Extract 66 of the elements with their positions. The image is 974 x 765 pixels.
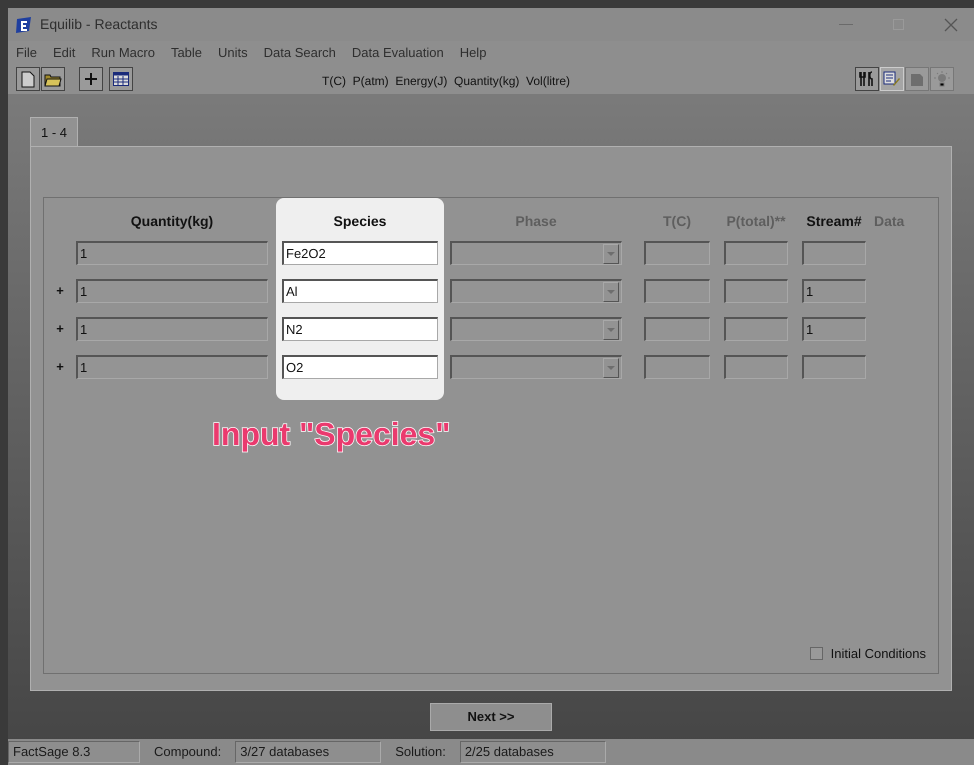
pressure-field[interactable] xyxy=(724,317,788,341)
stream-field[interactable]: 1 xyxy=(802,279,866,303)
utensils-icon[interactable] xyxy=(855,67,879,92)
temperature-field[interactable] xyxy=(644,355,710,379)
status-field: 2/25 databases xyxy=(460,741,606,763)
status-label: Compound: xyxy=(153,743,222,762)
caret-icon xyxy=(607,366,615,370)
quantity-field[interactable]: 1 xyxy=(76,279,268,303)
species-field[interactable]: Fe2O2 xyxy=(282,241,438,265)
temperature-field[interactable] xyxy=(644,279,710,303)
annotation-text: Input "Species" xyxy=(212,415,452,454)
checkbox[interactable] xyxy=(810,646,823,660)
dropdown-button[interactable] xyxy=(603,282,619,302)
species-field[interactable]: O2 xyxy=(282,355,438,379)
stream-field[interactable] xyxy=(802,355,866,379)
edit-list-icon[interactable] xyxy=(880,67,904,92)
menu-item[interactable]: Data Search xyxy=(256,43,344,62)
menu-item[interactable]: Units xyxy=(210,43,256,62)
pressure-field[interactable] xyxy=(724,241,788,265)
column-header: Species xyxy=(334,212,386,231)
menu-item[interactable]: Table xyxy=(162,43,210,62)
window-title: Equilib - Reactants xyxy=(40,15,158,34)
units-label: T(C) P(atm) Energy(J) Quantity(kg) Vol(litre) xyxy=(322,73,570,90)
status-field: FactSage 8.3 xyxy=(8,741,140,763)
column-header: Stream# xyxy=(806,212,862,231)
new-file-icon[interactable] xyxy=(16,67,40,92)
menu-item[interactable]: Help xyxy=(452,43,494,62)
plus-sign: + xyxy=(56,282,64,300)
species-field[interactable]: N2 xyxy=(282,317,438,341)
quantity-field[interactable]: 1 xyxy=(76,317,268,341)
plus-icon[interactable] xyxy=(79,67,103,92)
stream-field[interactable]: 1 xyxy=(802,317,866,341)
pressure-field[interactable] xyxy=(724,279,788,303)
dropdown-button[interactable] xyxy=(603,244,619,264)
species-field[interactable]: Al xyxy=(282,279,438,303)
quantity-field[interactable]: 1 xyxy=(76,355,268,379)
dropdown-button[interactable] xyxy=(603,320,619,340)
phase-dropdown[interactable] xyxy=(450,355,622,379)
menu-item[interactable]: File xyxy=(8,43,45,62)
caret-icon xyxy=(607,252,615,256)
phase-dropdown[interactable] xyxy=(450,317,622,341)
pressure-field[interactable] xyxy=(724,355,788,379)
tab[interactable]: 1 - 4 xyxy=(30,117,78,147)
checkbox-label: Initial Conditions xyxy=(830,644,926,662)
plus-sign: + xyxy=(56,320,64,338)
table-icon[interactable] xyxy=(109,67,133,92)
status-field: 3/27 databases xyxy=(235,741,382,763)
phase-dropdown[interactable] xyxy=(450,279,622,303)
open-folder-icon[interactable] xyxy=(41,67,65,92)
close-icon[interactable] xyxy=(944,18,958,32)
column-header: Quantity(kg) xyxy=(130,212,214,231)
menu-item[interactable]: Data Evaluation xyxy=(344,43,452,62)
app-logo-icon xyxy=(14,14,34,35)
temperature-field[interactable] xyxy=(644,241,710,265)
caret-icon xyxy=(607,328,615,332)
menu-item[interactable]: Run Macro xyxy=(83,43,163,62)
next-button[interactable]: Next >> xyxy=(430,703,552,731)
menu-item[interactable]: Edit xyxy=(44,43,84,62)
dropdown-button[interactable] xyxy=(603,358,619,378)
phase-dropdown[interactable] xyxy=(450,241,622,265)
status-label: Solution: xyxy=(394,743,447,762)
temperature-field[interactable] xyxy=(644,317,710,341)
plus-sign: + xyxy=(56,358,64,376)
stream-field[interactable] xyxy=(802,241,866,265)
caret-icon xyxy=(607,290,615,294)
quantity-field[interactable]: 1 xyxy=(76,241,268,265)
